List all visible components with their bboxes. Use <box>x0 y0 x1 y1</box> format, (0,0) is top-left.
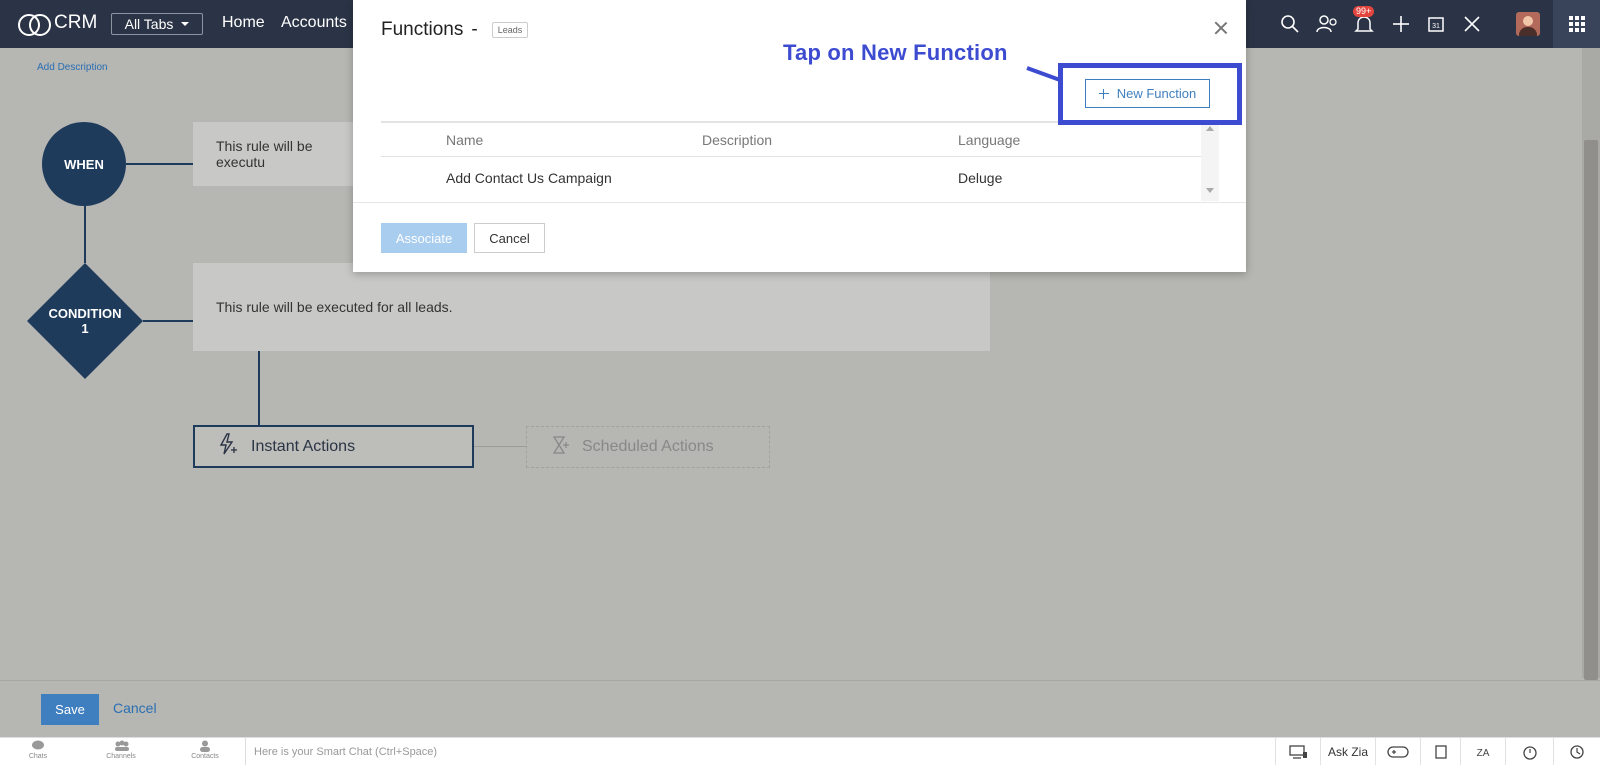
all-tabs-label: All Tabs <box>124 16 174 32</box>
scheduled-actions-button[interactable]: Scheduled Actions <box>526 426 770 468</box>
zia-icon[interactable]: ZA <box>1460 738 1505 765</box>
footer-chats-label: Chats <box>28 753 48 760</box>
setup-tools-icon[interactable] <box>1460 12 1484 36</box>
tutorial-annotation-text: Tap on New Function <box>783 40 1008 65</box>
condition-node[interactable]: CONDITION 1 <box>27 263 143 379</box>
column-header-description[interactable]: Description <box>702 132 772 148</box>
modal-title-text: Functions <box>381 19 464 40</box>
alarm-clock-icon[interactable] <box>1505 738 1553 765</box>
actions-connector <box>258 351 260 425</box>
close-icon[interactable] <box>1213 20 1229 36</box>
table-scrollbar[interactable] <box>1201 121 1219 201</box>
history-icon[interactable] <box>1553 738 1600 765</box>
footer-channels[interactable]: Channels <box>96 740 146 760</box>
logo-text: CRM <box>54 12 98 33</box>
modal-title: Functions - Leads <box>381 19 529 41</box>
hourglass-icon <box>550 435 570 460</box>
when-node[interactable]: WHEN <box>42 122 126 206</box>
grid-icon <box>1568 16 1585 32</box>
when-rule-box[interactable]: This rule will be executu <box>193 122 353 186</box>
user-avatar[interactable] <box>1516 12 1540 36</box>
modal-title-separator: - <box>471 19 478 40</box>
table-header: Name Description Language <box>381 121 1201 157</box>
function-name-cell: Add Contact Us Campaign <box>446 170 612 186</box>
lightning-icon <box>217 433 239 460</box>
footer-chats[interactable]: Chats <box>13 740 63 760</box>
app-grid-button[interactable] <box>1553 0 1600 48</box>
modal-footer-divider <box>353 202 1246 203</box>
footer-contacts-label: Contacts <box>191 753 219 760</box>
all-tabs-dropdown[interactable]: All Tabs <box>111 13 203 35</box>
when-connector <box>126 163 193 165</box>
column-header-name[interactable]: Name <box>446 132 483 148</box>
footer-channels-label: Channels <box>106 753 136 760</box>
footer-contacts[interactable]: Contacts <box>180 740 230 760</box>
gamepad-icon[interactable] <box>1375 738 1420 765</box>
add-description-link[interactable]: Add Description <box>37 62 108 73</box>
plus-icon[interactable] <box>1389 12 1413 36</box>
associate-button[interactable]: Associate <box>381 223 467 253</box>
condition-label-title: CONDITION <box>48 306 122 321</box>
page-scrollbar-thumb[interactable] <box>1584 140 1598 680</box>
when-rule-text: This rule will be executu <box>216 138 313 170</box>
nav-link-accounts[interactable]: Accounts <box>281 14 347 32</box>
screen-share-icon[interactable] <box>1275 738 1320 765</box>
condition-label-number: 1 <box>81 321 89 336</box>
crm-logo[interactable]: CRM <box>18 11 98 36</box>
condition-label: CONDITION 1 <box>27 263 143 379</box>
smart-chat-input[interactable]: Here is your Smart Chat (Ctrl+Space) <box>245 738 1275 765</box>
user-profile-icon[interactable] <box>1315 12 1339 36</box>
save-button[interactable]: Save <box>41 694 99 725</box>
ask-zia-button[interactable]: Ask Zia <box>1320 738 1375 765</box>
column-header-language[interactable]: Language <box>958 132 1020 148</box>
crm-logo-icon <box>18 11 51 36</box>
chat-icon <box>31 740 45 752</box>
modal-cancel-button[interactable]: Cancel <box>474 223 545 253</box>
condition-rule-box[interactable]: This rule will be executed for all leads… <box>193 263 990 351</box>
scroll-up-arrow-icon[interactable] <box>1206 126 1214 131</box>
cancel-link[interactable]: Cancel <box>113 700 157 716</box>
channels-icon <box>114 740 129 752</box>
svg-text:31: 31 <box>1432 23 1440 30</box>
chevron-down-icon <box>181 22 190 26</box>
svg-text:ZA: ZA <box>1477 748 1490 759</box>
bottom-action-bar <box>0 680 1600 737</box>
instant-actions-label: Instant Actions <box>251 437 356 455</box>
table-row[interactable]: Add Contact Us Campaign Deluge <box>381 158 1201 198</box>
calendar-icon[interactable]: 31 <box>1424 12 1448 36</box>
flow-line <box>84 206 86 263</box>
scheduled-actions-label: Scheduled Actions <box>582 438 714 455</box>
notification-badge: 99+ <box>1353 6 1375 17</box>
instant-actions-button[interactable]: Instant Actions <box>193 425 474 468</box>
footer-bar: Chats Channels Contacts Here is your Sma… <box>0 737 1600 765</box>
notes-icon[interactable] <box>1420 738 1460 765</box>
module-tag: Leads <box>491 22 529 38</box>
condition-connector <box>143 320 193 322</box>
actions-divider-line <box>474 446 526 447</box>
condition-rule-text: This rule will be executed for all leads… <box>216 299 453 315</box>
tutorial-highlight-box <box>1058 63 1242 125</box>
nav-link-home[interactable]: Home <box>222 14 265 32</box>
scroll-down-arrow-icon[interactable] <box>1206 188 1214 193</box>
search-icon[interactable] <box>1278 12 1302 36</box>
function-language-cell: Deluge <box>958 170 1003 186</box>
contacts-icon <box>198 740 212 752</box>
